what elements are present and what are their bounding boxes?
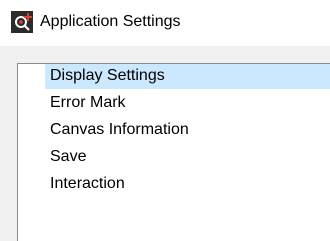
list-item-label: Error Mark (50, 94, 126, 111)
list-item-error-mark[interactable]: Error Mark (45, 91, 330, 116)
list-item-label: Display Settings (50, 67, 165, 84)
list-item-canvas-information[interactable]: Canvas Information (45, 118, 330, 143)
window-title: Application Settings (40, 13, 181, 30)
list-item-label: Canvas Information (50, 121, 189, 138)
list-item-display-settings[interactable]: Display Settings (45, 64, 330, 89)
list-item-label: Save (50, 148, 87, 165)
application-settings-window: Application Settings Display Settings Er… (0, 0, 330, 241)
list-item-label: Interaction (50, 175, 125, 192)
list-item-interaction[interactable]: Interaction (45, 172, 330, 197)
list-item-save[interactable]: Save (45, 145, 330, 170)
settings-category-list[interactable]: Display Settings Error Mark Canvas Infor… (17, 63, 330, 241)
title-bar[interactable]: Application Settings (0, 0, 330, 46)
application-settings-icon (11, 11, 33, 33)
